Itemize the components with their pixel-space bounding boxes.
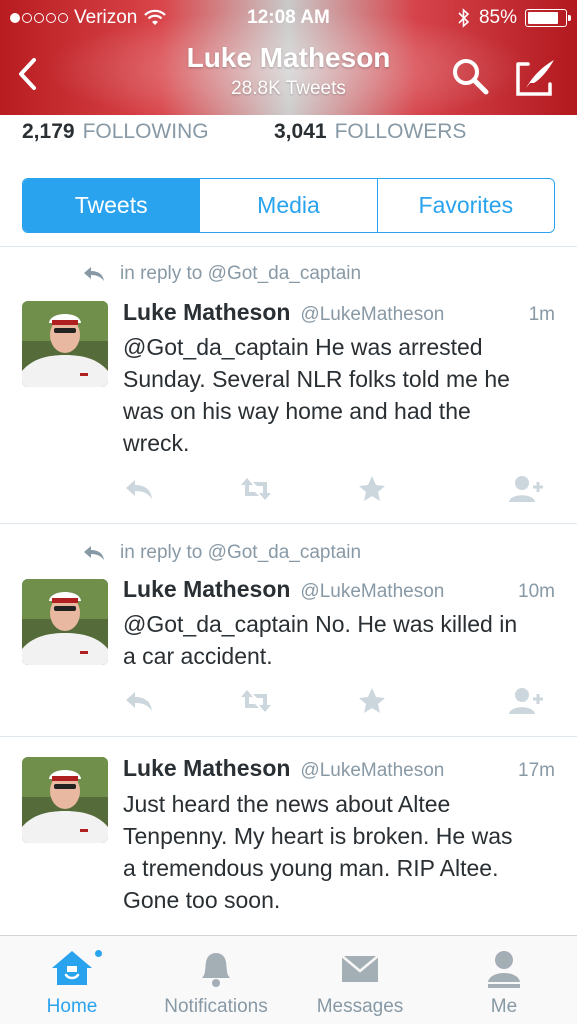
avatar-image: [22, 757, 108, 843]
reply-context: in reply to @Got_da_captain: [82, 263, 361, 285]
tab-label: Home: [46, 996, 98, 1017]
tweet-author-handle[interactable]: @LukeMatheson: [300, 581, 444, 603]
reply-context-text: in reply to @Got_da_captain: [120, 542, 362, 563]
new-content-dot: [93, 948, 104, 959]
tweet-text-line: @Got_da_captain He was arrested: [123, 334, 483, 360]
reply-button[interactable]: [123, 474, 155, 504]
search-icon: [453, 59, 489, 95]
home-icon: [52, 951, 92, 985]
tweet-text-line: wreck.: [123, 430, 190, 456]
search-button[interactable]: [450, 56, 492, 98]
tweet-text-line: Gone too soon.: [123, 887, 281, 913]
tab-label: Me: [490, 996, 518, 1017]
following-stat[interactable]: 2,179 FOLLOWING: [22, 120, 209, 148]
following-count: 2,179: [22, 120, 75, 143]
follow-button[interactable]: [509, 686, 543, 716]
tab-bar: Home Notifications Messages Me: [0, 935, 577, 1024]
retweet-button[interactable]: [239, 686, 271, 716]
tweet-item[interactable]: in reply to @Got_da_captain Luke Matheso…: [0, 247, 577, 523]
reply-arrow-icon: [84, 546, 104, 560]
nav-bar: Luke Matheson 28.8K Tweets: [0, 36, 577, 115]
tweet-author-name[interactable]: Luke Matheson: [123, 576, 290, 603]
tweet-header: Luke Matheson @LukeMatheson 10m: [123, 576, 555, 603]
tweet-header: Luke Matheson @LukeMatheson 1m: [123, 299, 555, 326]
segment-media[interactable]: Media: [199, 179, 377, 232]
retweet-icon: [241, 690, 271, 712]
tweet-timestamp: 1m: [528, 304, 555, 325]
compose-quill-icon: [516, 60, 554, 96]
tweet-timestamp: 10m: [518, 581, 555, 602]
reply-context: in reply to @Got_da_captain: [82, 542, 361, 564]
tweet-text-line: was on his way home and had the: [123, 398, 471, 424]
bluetooth-icon: [458, 8, 470, 28]
retweet-icon: [241, 478, 271, 500]
add-user-icon: [509, 476, 543, 502]
tweet-text-line: @Got_da_captain No. He was killed in: [123, 611, 518, 637]
avatar-image: [22, 579, 108, 665]
reply-icon: [126, 692, 152, 711]
tweet-text: @Got_da_captain No. He was killed in a c…: [123, 608, 563, 672]
tab-me[interactable]: Me: [432, 936, 576, 1024]
tab-label: Messages: [316, 996, 404, 1017]
star-icon: [359, 476, 385, 501]
tweet-header: Luke Matheson @LukeMatheson 17m: [123, 755, 555, 782]
bell-icon: [202, 953, 230, 987]
avatar[interactable]: [22, 579, 108, 665]
tweet-text-line: a tremendous young man. RIP Altee.: [123, 855, 499, 881]
tweet-item[interactable]: Luke Matheson @LukeMatheson 17m Just hea…: [0, 737, 577, 935]
tweet-text-line: Just heard the news about Altee: [123, 791, 451, 817]
tweet-actions: [123, 686, 555, 716]
battery-percent: 85%: [478, 7, 517, 28]
add-user-icon: [509, 688, 543, 714]
favorite-button[interactable]: [357, 474, 389, 504]
followers-stat[interactable]: 3,041 FOLLOWERS: [274, 120, 466, 144]
followers-count: 3,041: [274, 120, 327, 143]
tweet-author-name[interactable]: Luke Matheson: [123, 299, 290, 326]
segment-favorites[interactable]: Favorites: [376, 179, 554, 232]
tweet-actions: [123, 474, 555, 504]
compose-tweet-button[interactable]: [514, 56, 558, 98]
followers-label: FOLLOWERS: [334, 120, 467, 143]
tab-home[interactable]: Home: [0, 936, 144, 1024]
follow-button[interactable]: [509, 474, 543, 504]
reply-context-text: in reply to @Got_da_captain: [120, 263, 362, 284]
tweet-author-handle[interactable]: @LukeMatheson: [300, 304, 444, 326]
battery-level-fill: [528, 12, 558, 24]
status-right: 85%: [457, 7, 571, 29]
tab-messages[interactable]: Messages: [288, 936, 432, 1024]
status-bar: Verizon 12:08 AM 85%: [0, 0, 577, 36]
profile-segment-control: Tweets Media Favorites: [22, 178, 555, 233]
profile-stats: 2,179 FOLLOWING 3,041 FOLLOWERS: [22, 120, 466, 148]
tweet-timestamp: 17m: [518, 760, 555, 781]
reply-icon: [126, 480, 152, 499]
tweet-text-line: Tenpenny. My heart is broken. He was: [123, 823, 513, 849]
person-icon: [488, 951, 520, 988]
tweet-author-name[interactable]: Luke Matheson: [123, 755, 290, 782]
tweet-text: @Got_da_captain He was arrested Sunday. …: [123, 331, 563, 459]
segment-tweets[interactable]: Tweets: [23, 179, 200, 232]
avatar[interactable]: [22, 301, 108, 387]
tweet-text: Just heard the news about Altee Tenpenny…: [123, 788, 563, 916]
favorite-button[interactable]: [357, 686, 389, 716]
retweet-button[interactable]: [239, 474, 271, 504]
tweet-text-line: a car accident.: [123, 643, 273, 669]
battery-icon: [525, 9, 571, 27]
tweet-author-handle[interactable]: @LukeMatheson: [300, 760, 444, 782]
star-icon: [359, 688, 385, 713]
reply-arrow-icon: [84, 267, 104, 281]
avatar-image: [22, 301, 108, 387]
envelope-icon: [341, 955, 379, 982]
avatar[interactable]: [22, 757, 108, 843]
tab-label: Notifications: [164, 996, 268, 1017]
profile-header: Verizon 12:08 AM 85% Luke Matheson 28.8K…: [0, 0, 577, 115]
tab-notifications[interactable]: Notifications: [144, 936, 288, 1024]
following-label: FOLLOWING: [82, 120, 209, 143]
tweet-text-line: Sunday. Several NLR folks told me he: [123, 366, 510, 392]
tweet-item[interactable]: in reply to @Got_da_captain Luke Matheso…: [0, 524, 577, 736]
reply-button[interactable]: [123, 686, 155, 716]
